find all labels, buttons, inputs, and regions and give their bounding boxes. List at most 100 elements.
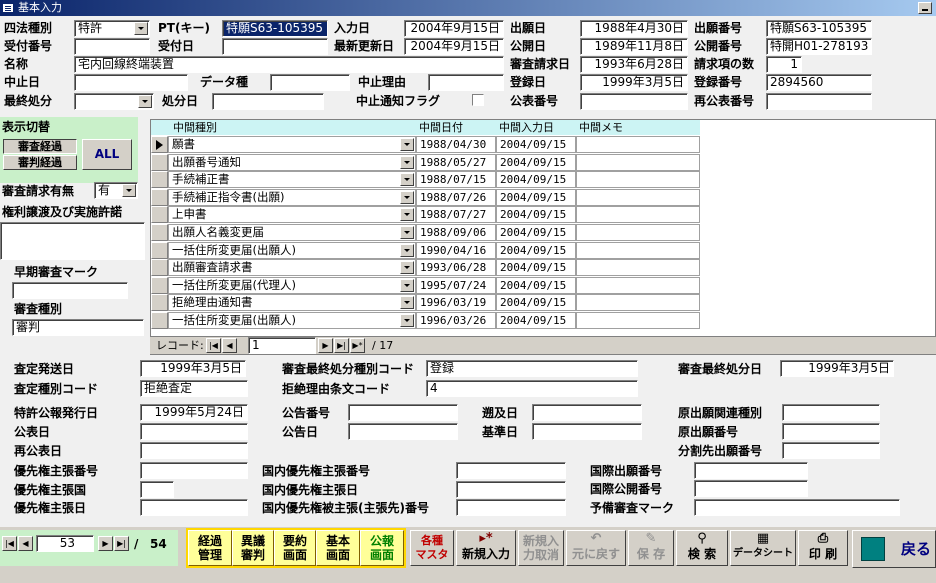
table-row[interactable]: 出願審査請求書 1993/06/28 2004/09/15 (151, 259, 936, 277)
cell-input-date[interactable]: 2004/09/15 (496, 171, 576, 189)
chevron-down-icon[interactable] (400, 296, 414, 310)
republish-date-field[interactable] (140, 442, 248, 459)
first-record-button[interactable]: |◀ (206, 338, 221, 353)
summary-screen-button[interactable]: 要約 画面 (274, 530, 316, 566)
new-entry-button[interactable]: ▸* 新規入力 (456, 530, 516, 566)
reject-code-field[interactable]: 4 (426, 380, 638, 397)
prio-date-field[interactable] (140, 499, 248, 516)
table-row[interactable]: 手続補正書 1988/07/15 2004/09/15 (151, 171, 936, 189)
cell-type[interactable]: 出願人名義変更届 (168, 224, 416, 241)
table-row[interactable]: 出願人名義変更届 1988/09/06 2004/09/15 (151, 224, 936, 241)
dom-prio-claimed-field[interactable] (456, 499, 566, 516)
cell-input-date[interactable]: 2004/09/15 (496, 312, 576, 329)
intl-app-no-field[interactable] (694, 462, 808, 479)
cell-type[interactable]: 一括住所変更届(出願人) (168, 241, 416, 259)
chevron-down-icon[interactable] (400, 314, 414, 327)
undo-button[interactable]: ↶ 元に戻す (566, 530, 626, 566)
cell-date[interactable]: 1988/09/06 (416, 224, 496, 241)
next-form-record-button[interactable]: ▶ (98, 536, 113, 551)
cancel-new-button[interactable]: 新規入 力取消 (518, 530, 564, 566)
cell-type[interactable]: 願書 (168, 136, 416, 153)
gazette-screen-button[interactable]: 公報 画面 (360, 530, 404, 566)
cell-memo[interactable] (576, 136, 700, 153)
chevron-down-icon[interactable] (400, 173, 414, 187)
search-button[interactable]: ⚲ 検 索 (676, 530, 728, 566)
chevron-down-icon[interactable] (400, 261, 414, 275)
law-type-combo[interactable]: 特許 (74, 20, 150, 37)
cell-date[interactable]: 1988/04/30 (416, 136, 496, 153)
assess-send-field[interactable]: 1999年3月5日 (140, 360, 246, 377)
table-row[interactable]: 願書 1988/04/30 2004/09/15 (151, 136, 936, 153)
cell-memo[interactable] (576, 171, 700, 189)
prev-form-record-button[interactable]: ◀ (18, 536, 33, 551)
row-selector[interactable] (151, 188, 168, 206)
all-button[interactable]: ALL (82, 139, 132, 170)
row-selector[interactable] (151, 312, 168, 329)
row-selector[interactable] (151, 171, 168, 189)
cell-date[interactable]: 1995/07/24 (416, 276, 496, 294)
name-field[interactable]: 宅内回線終端装置 (74, 56, 504, 73)
announce-no-field[interactable] (348, 404, 458, 421)
retro-date-field[interactable] (532, 404, 642, 421)
recv-date-field[interactable] (222, 38, 328, 55)
table-row[interactable]: 拒絶理由通知書 1996/03/19 2004/09/15 (151, 294, 936, 312)
final-disp-combo[interactable] (74, 93, 154, 110)
cell-date[interactable]: 1993/06/28 (416, 259, 496, 277)
cell-memo[interactable] (576, 259, 700, 277)
prio-no-field[interactable] (140, 462, 248, 479)
final-disp-code-field[interactable]: 登録 (426, 360, 638, 377)
row-selector[interactable] (151, 153, 168, 171)
cell-input-date[interactable]: 2004/09/15 (496, 294, 576, 312)
cell-type[interactable]: 上申書 (168, 206, 416, 224)
cell-input-date[interactable]: 2004/09/15 (496, 276, 576, 294)
back-button[interactable]: 戻る (852, 530, 936, 568)
gazette-date-field[interactable]: 1999年5月24日 (140, 404, 248, 421)
chevron-down-icon[interactable] (400, 138, 414, 151)
cell-type[interactable]: 出願番号通知 (168, 153, 416, 171)
table-row[interactable]: 一括住所変更届(出願人) 1990/04/16 2004/09/15 (151, 241, 936, 259)
cell-memo[interactable] (576, 294, 700, 312)
row-selector[interactable] (151, 206, 168, 224)
exam-final-date-field[interactable]: 1999年3月5日 (780, 360, 894, 377)
stop-date-field[interactable] (74, 74, 188, 91)
div-no-field[interactable] (782, 442, 880, 459)
table-row[interactable]: 出願番号通知 1988/05/27 2004/09/15 (151, 153, 936, 171)
new-record-button[interactable]: ▶* (350, 338, 365, 353)
exam-type-field[interactable]: 審判 (12, 319, 144, 336)
stop-reason-field[interactable] (428, 74, 504, 91)
data-type-field[interactable] (270, 74, 350, 91)
last-record-button[interactable]: ▶| (334, 338, 349, 353)
cell-memo[interactable] (576, 206, 700, 224)
cell-type[interactable]: 出願審査請求書 (168, 259, 416, 277)
cell-memo[interactable] (576, 153, 700, 171)
announce-date-field[interactable] (348, 423, 458, 440)
exam-req-flag-combo[interactable]: 有 (94, 182, 138, 199)
cell-input-date[interactable]: 2004/09/15 (496, 224, 576, 241)
chevron-down-icon[interactable] (122, 184, 136, 197)
cell-type[interactable]: 手続補正書 (168, 171, 416, 189)
cell-memo[interactable] (576, 188, 700, 206)
cell-date[interactable]: 1996/03/26 (416, 312, 496, 329)
recv-no-field[interactable] (74, 38, 150, 55)
row-selector[interactable] (151, 136, 168, 153)
cell-type[interactable]: 一括住所変更届(出願人) (168, 312, 416, 329)
app-date-field[interactable]: 1988年4月30日 (580, 20, 688, 37)
cell-input-date[interactable]: 2004/09/15 (496, 241, 576, 259)
chevron-down-icon[interactable] (400, 190, 414, 204)
progress-manage-button[interactable]: 経過 管理 (188, 530, 232, 566)
first-form-record-button[interactable]: |◀ (2, 536, 17, 551)
chevron-down-icon[interactable] (400, 208, 414, 222)
opposition-trial-button[interactable]: 異議 審判 (232, 530, 274, 566)
cell-input-date[interactable]: 2004/09/15 (496, 188, 576, 206)
pt-key-field[interactable]: 特願S63-105395 (222, 20, 328, 37)
cell-date[interactable]: 1988/07/15 (416, 171, 496, 189)
prev-record-button[interactable]: ◀ (222, 338, 237, 353)
row-selector[interactable] (151, 224, 168, 241)
cell-type[interactable]: 一括住所変更届(代理人) (168, 276, 416, 294)
row-selector[interactable] (151, 259, 168, 277)
trial-progress-button[interactable]: 審判経過 (3, 155, 77, 170)
rights-field[interactable] (0, 222, 145, 260)
claims-field[interactable]: 1 (766, 56, 802, 73)
intl-pub-no-field[interactable] (694, 480, 808, 497)
current-record-field[interactable]: 1 (248, 337, 316, 354)
